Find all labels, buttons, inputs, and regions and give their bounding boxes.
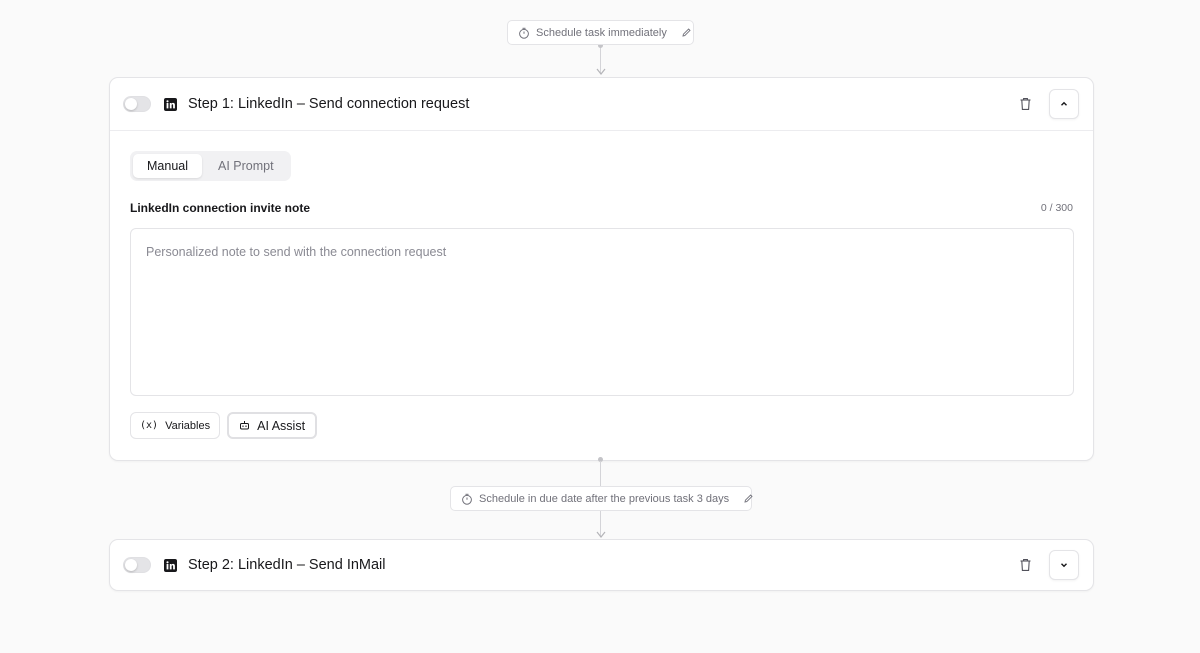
step-body-1: Manual AI Prompt LinkedIn connection inv… xyxy=(110,131,1093,459)
timer-icon xyxy=(518,27,530,39)
ai-assist-label: AI Assist xyxy=(257,418,306,433)
collapse-step-1-button[interactable] xyxy=(1049,89,1079,119)
variables-label: Variables xyxy=(165,419,211,432)
step-header-2[interactable]: Step 2: LinkedIn – Send InMail xyxy=(110,540,1093,590)
invite-note-label: LinkedIn connection invite note xyxy=(130,201,311,215)
connector-arrow xyxy=(596,68,606,75)
pencil-icon[interactable] xyxy=(743,493,754,504)
step-title-2: Step 2: LinkedIn – Send InMail xyxy=(188,557,386,573)
toggle-knob xyxy=(125,559,137,571)
expand-step-2-button[interactable] xyxy=(1049,550,1079,580)
robot-icon xyxy=(239,420,250,431)
variables-icon: (x) xyxy=(140,420,159,431)
char-counter: 0 / 300 xyxy=(1040,202,1073,214)
schedule-label: Schedule task immediately xyxy=(536,26,667,39)
chevron-up-icon xyxy=(1061,101,1067,106)
variables-button[interactable]: (x) Variables xyxy=(130,412,221,439)
step-title-1: Step 1: LinkedIn – Send connection reque… xyxy=(188,96,470,112)
tab-manual[interactable]: Manual xyxy=(133,154,202,178)
step-card-1: Step 1: LinkedIn – Send connection reque… xyxy=(109,77,1094,461)
step-toggle-2[interactable] xyxy=(123,557,151,573)
timer-icon xyxy=(461,493,473,505)
schedule-label: Schedule in due date after the previous … xyxy=(479,492,730,505)
step-toggle-1[interactable] xyxy=(123,96,151,112)
connector-arrow xyxy=(596,531,606,538)
trash-icon xyxy=(1020,98,1030,110)
tab-ai-prompt[interactable]: AI Prompt xyxy=(204,154,288,178)
field-row: LinkedIn connection invite note 0 / 300 xyxy=(130,201,1073,215)
toggle-knob xyxy=(125,98,137,110)
schedule-pill-1[interactable]: Schedule task immediately xyxy=(507,20,694,45)
toolbar: (x) Variables AI Assist xyxy=(130,412,1073,439)
delete-step-1-button[interactable] xyxy=(1011,90,1039,118)
trash-icon xyxy=(1020,559,1030,571)
chevron-down-icon xyxy=(1061,563,1067,568)
mode-tabs: Manual AI Prompt xyxy=(130,151,291,181)
connector-line xyxy=(600,461,601,486)
pencil-icon[interactable] xyxy=(681,27,692,38)
step-card-2: Step 2: LinkedIn – Send InMail xyxy=(109,539,1094,591)
linkedin-icon xyxy=(164,558,177,572)
delete-step-2-button[interactable] xyxy=(1011,551,1039,579)
invite-note-input[interactable] xyxy=(130,228,1074,396)
schedule-pill-2[interactable]: Schedule in due date after the previous … xyxy=(450,486,754,511)
ai-assist-button[interactable]: AI Assist xyxy=(227,412,318,439)
step-header-1[interactable]: Step 1: LinkedIn – Send connection reque… xyxy=(110,78,1093,130)
linkedin-icon xyxy=(164,97,177,111)
